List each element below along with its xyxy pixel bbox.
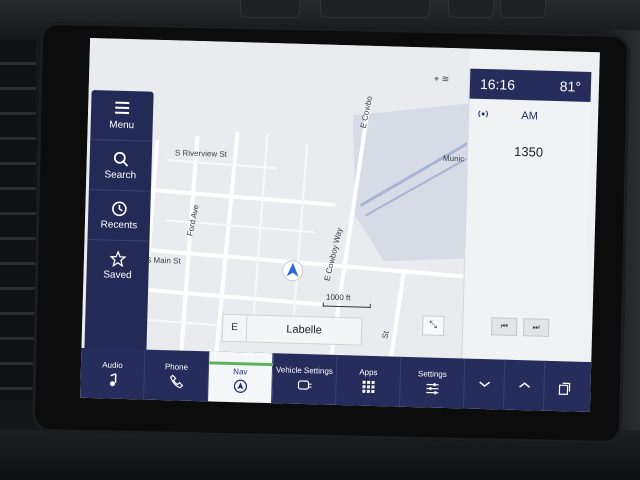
audio-panel: 16:16 81° AM 1350 ⏮ ⏭ — [461, 68, 592, 372]
active-tab-indicator — [208, 360, 273, 366]
street-label: S Riverview St — [174, 148, 228, 159]
phone-icon — [169, 374, 183, 389]
cards-button[interactable] — [544, 361, 585, 412]
phone-button[interactable]: Phone — [144, 349, 210, 402]
infotainment-screen: S Riverview St Ford Ave S Main St E Cowb… — [80, 37, 600, 413]
apps-grid-icon — [361, 380, 375, 394]
sliders-icon — [425, 381, 439, 395]
expand-button[interactable] — [503, 359, 546, 411]
seek-back-icon[interactable]: ⏮ — [490, 317, 518, 336]
expand-map-icon[interactable]: ⤡ — [421, 315, 445, 336]
wifi-icon: ≋ — [441, 73, 450, 84]
radio-frequency: 1350 — [513, 143, 544, 160]
gps-icon: ⌖ — [433, 73, 440, 84]
side-recents-button[interactable]: Recents — [87, 189, 151, 242]
nav-label: Nav — [233, 366, 248, 376]
current-road-banner: E Labelle — [221, 313, 363, 346]
side-menu-label: Menu — [109, 119, 135, 131]
clock: 16:16 — [479, 75, 516, 93]
map-status-icons: ⌖ ≋ — [434, 74, 449, 85]
side-saved-label: Saved — [103, 269, 132, 282]
status-header: 16:16 81° — [469, 68, 592, 102]
collapse-button[interactable] — [463, 358, 506, 410]
audio-button[interactable]: Audio — [80, 347, 146, 400]
chevron-down-icon — [477, 378, 491, 392]
star-icon — [109, 250, 127, 268]
side-saved-button[interactable]: Saved — [86, 240, 149, 292]
settings-label: Settings — [417, 369, 447, 380]
vehicle-settings-icon — [296, 378, 312, 392]
side-menu-button[interactable]: Menu — [90, 90, 154, 142]
phone-label: Phone — [164, 362, 189, 372]
history-icon — [111, 200, 127, 216]
hardware-button[interactable] — [448, 0, 494, 18]
side-search-label: Search — [104, 168, 137, 181]
vehicle-settings-label: Vehicle Settings — [275, 365, 334, 376]
seek-forward-icon[interactable]: ⏭ — [522, 318, 550, 337]
chevron-up-icon — [517, 380, 531, 394]
menu-icon — [114, 100, 130, 116]
side-search-button[interactable]: Search — [88, 139, 153, 192]
settings-button[interactable]: Settings — [399, 356, 466, 409]
hardware-button[interactable] — [240, 0, 300, 18]
radio-signal-icon — [477, 107, 489, 125]
hardware-button[interactable] — [320, 0, 430, 18]
map-side-menu: Menu Search Recents Saved — [84, 90, 154, 354]
vehicle-settings-button[interactable]: Vehicle Settings — [271, 353, 338, 405]
music-note-icon — [106, 373, 118, 387]
street-label: Munic — [442, 153, 465, 164]
air-vent — [0, 40, 36, 400]
street-label: St — [380, 330, 391, 340]
search-icon — [113, 150, 129, 167]
road-name: Labelle — [286, 323, 322, 337]
apps-button[interactable]: Apps — [335, 354, 402, 407]
apps-label: Apps — [359, 367, 378, 378]
street-label: S Main St — [145, 255, 181, 266]
navigation-icon — [233, 379, 247, 393]
cards-icon — [557, 381, 571, 395]
side-recents-label: Recents — [100, 218, 138, 231]
outside-temperature: 81° — [559, 78, 582, 95]
map-scale-label: 1000 ft — [325, 292, 351, 303]
nav-button[interactable]: Nav — [208, 351, 274, 404]
audio-label: Audio — [102, 360, 123, 370]
road-direction: E — [222, 314, 248, 342]
hardware-button[interactable] — [500, 0, 546, 18]
